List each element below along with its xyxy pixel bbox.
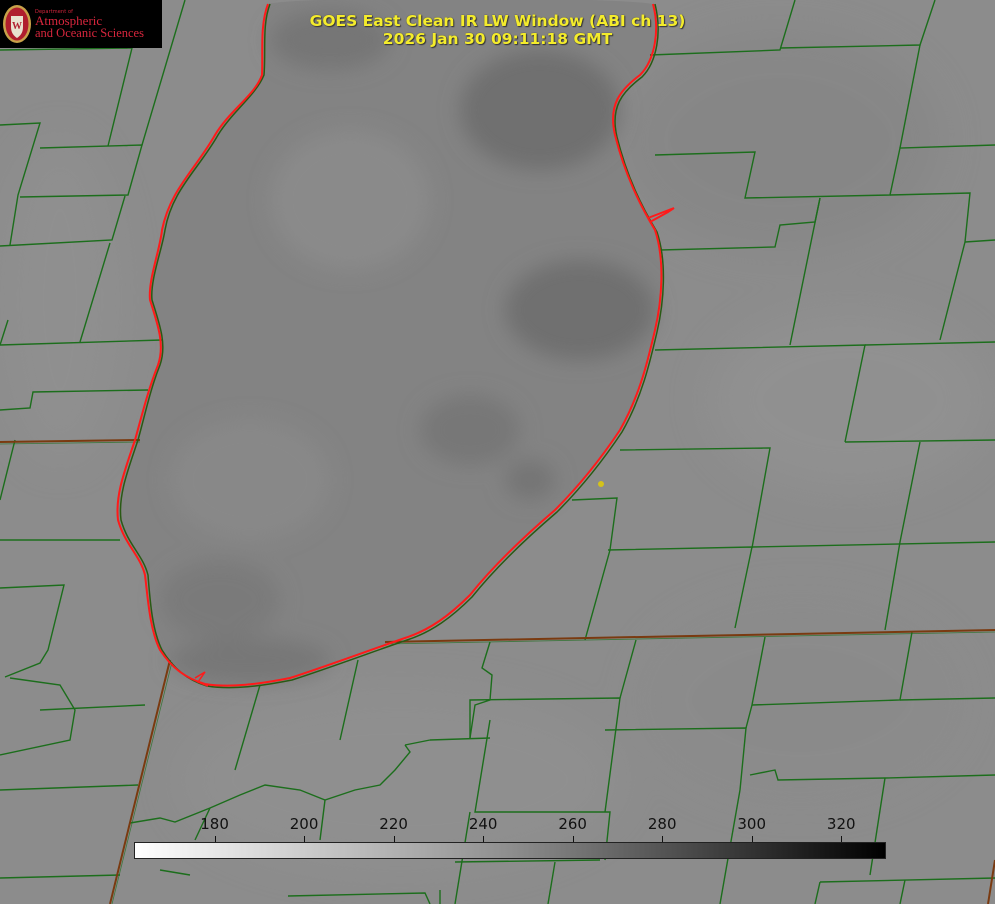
map-timestamp: 2026 Jan 30 09:11:18 GMT — [382, 30, 613, 48]
satellite-map — [0, 0, 995, 904]
colorbar-tick-label: 240 — [468, 815, 498, 833]
svg-text:W: W — [12, 21, 22, 32]
colorbar-tick-label: 200 — [289, 815, 319, 833]
colorbar — [134, 842, 886, 859]
logo-line-2: and Oceanic Sciences — [35, 26, 144, 40]
uw-seal-icon: W — [3, 5, 31, 43]
colorbar-tick-label: 180 — [200, 815, 229, 833]
colorbar-tick-label: 320 — [826, 815, 856, 833]
aos-logo: W Department of Atmospheric and Oceanic … — [0, 0, 162, 48]
colorbar-tick-label: 280 — [647, 815, 677, 833]
location-marker — [598, 481, 604, 487]
map-title: GOES East Clean IR LW Window (ABI ch 13) — [309, 12, 686, 30]
colorbar-tick-label: 300 — [737, 815, 767, 833]
colorbar-tick-label: 220 — [379, 815, 408, 833]
colorbar-tick-label: 260 — [558, 815, 587, 833]
